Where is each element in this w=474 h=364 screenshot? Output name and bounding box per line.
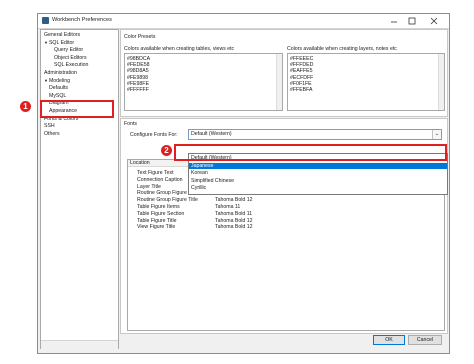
- layers-colors-scrollbar[interactable]: [438, 54, 444, 110]
- font-value-cell[interactable]: Tahoma Bold 12: [215, 224, 253, 230]
- tree-item[interactable]: ▼SQL Editor: [44, 40, 74, 46]
- tree-item[interactable]: ▼Modeling: [44, 78, 70, 84]
- dropdown-option[interactable]: Korean: [189, 170, 447, 176]
- layers-colors-list[interactable]: #FFEEEC #FFFDED #EAFFE5 #ECFDFF #F0F1FE #FFEB…: [287, 53, 445, 111]
- color-presets-panel: Color Presets Colors available when crea…: [120, 29, 448, 117]
- appearance-highlight-box: [40, 100, 114, 118]
- table-color-item[interactable]: #FFFFFF: [127, 87, 149, 93]
- table-color-item[interactable]: #98BDCA: [127, 56, 150, 62]
- font-location-cell[interactable]: Connection Caption: [137, 177, 183, 183]
- step-marker-2: 2: [161, 145, 172, 156]
- tree-item[interactable]: Administration: [44, 70, 77, 76]
- dropdown-option[interactable]: Simplified Chinese: [189, 178, 447, 184]
- font-location-cell[interactable]: Table Figure Title: [137, 218, 177, 224]
- tree-item-label: Query Editor: [54, 47, 84, 54]
- japanese-highlight-box: [174, 144, 447, 161]
- table-color-item[interactable]: #FEDE58: [127, 62, 150, 68]
- ok-button[interactable]: OK: [373, 335, 405, 345]
- tree-item-label: Modeling: [48, 77, 71, 84]
- tree-item-label: Defaults: [49, 85, 69, 92]
- table-color-item[interactable]: #FE9898: [127, 75, 148, 81]
- tree-item[interactable]: MySQL: [49, 93, 66, 99]
- tables-colors-scrollbar[interactable]: [276, 54, 282, 110]
- font-location-cell[interactable]: Text Figure Text: [137, 170, 174, 176]
- configure-fonts-select[interactable]: Default (Western) ⌄: [188, 129, 442, 140]
- tree-item[interactable]: SSH: [44, 123, 55, 129]
- tables-colors-label: Colors available when creating tables, v…: [124, 46, 235, 52]
- close-icon[interactable]: [424, 16, 444, 26]
- tree-item-label: SQL Execution: [54, 62, 89, 69]
- dropdown-option[interactable]: Cyrillic: [189, 185, 447, 191]
- expand-arrow-icon[interactable]: ▼: [44, 78, 48, 83]
- step-marker-1: 1: [20, 101, 31, 112]
- fonts-heading: Fonts: [124, 121, 137, 127]
- font-location-cell[interactable]: View Figure Title: [137, 224, 175, 230]
- dropdown-option[interactable]: Japanese: [189, 162, 447, 169]
- tables-colors-list[interactable]: #98BDCA #FEDE58 #98D8A5 #FE9898 #FE98FE #FFFF…: [124, 53, 283, 111]
- font-value-cell[interactable]: Tahoma 11: [215, 204, 240, 210]
- preferences-window: Workbench Preferences General Editors ▼SQ…: [37, 13, 450, 354]
- font-location-cell[interactable]: Table Figure Section: [137, 211, 184, 217]
- layer-color-item[interactable]: #FFEBFA: [290, 87, 313, 93]
- tree-item[interactable]: Object Editors: [54, 55, 87, 61]
- layer-color-item[interactable]: #FFFDED: [290, 62, 313, 68]
- chevron-down-icon[interactable]: ⌄: [432, 130, 441, 139]
- configure-fonts-value: Default (Western): [191, 131, 232, 137]
- maximize-icon[interactable]: [404, 16, 420, 26]
- font-value-cell[interactable]: Tahoma Bold 12: [215, 197, 253, 203]
- tree-item[interactable]: General Editors: [44, 32, 80, 38]
- font-value-cell[interactable]: Tahoma Bold 12: [215, 218, 253, 224]
- cancel-button[interactable]: Cancel: [408, 335, 442, 345]
- tree-item-label: Administration: [44, 70, 77, 76]
- app-icon: [42, 17, 49, 24]
- window-title: Workbench Preferences: [52, 17, 112, 23]
- layer-color-item[interactable]: #ECFDFF: [290, 75, 313, 81]
- tree-item[interactable]: Defaults: [49, 85, 68, 91]
- layers-colors-label: Colors available when creating layers, n…: [287, 46, 397, 52]
- layer-color-item[interactable]: #EAFFE5: [290, 68, 313, 74]
- tree-item-label: Object Editors: [54, 54, 87, 61]
- color-presets-heading: Color Presets: [124, 34, 156, 40]
- table-color-item[interactable]: #FE98FE: [127, 81, 149, 87]
- tree-item[interactable]: SQL Execution: [54, 62, 88, 68]
- tree-item-label: SQL Editor: [48, 39, 75, 46]
- layer-color-item[interactable]: #F0F1FE: [290, 81, 312, 87]
- tree-item[interactable]: Others: [44, 131, 60, 137]
- minimize-icon[interactable]: [386, 16, 402, 26]
- configure-fonts-label: Configure Fonts For:: [130, 132, 178, 138]
- tree-item[interactable]: Query Editor: [54, 47, 83, 53]
- title-bar[interactable]: Workbench Preferences: [38, 14, 449, 29]
- tree-item-label: Others: [44, 130, 60, 137]
- font-value-cell[interactable]: Tahoma Bold 11: [215, 211, 252, 217]
- layer-color-item[interactable]: #FFEEEC: [290, 56, 313, 62]
- font-location-cell[interactable]: Layer Title: [137, 184, 161, 190]
- location-column-header: Location: [130, 160, 150, 166]
- tree-item-label: SSH: [44, 123, 55, 130]
- preferences-tree[interactable]: General Editors ▼SQL Editor Query Editor Ob…: [40, 29, 119, 349]
- tree-item-label: MySQL: [49, 92, 67, 99]
- tree-horizontal-scrollbar[interactable]: [41, 340, 118, 349]
- table-color-item[interactable]: #98D8A5: [127, 68, 149, 74]
- font-location-cell[interactable]: Table Figure Items: [137, 204, 180, 210]
- expand-arrow-icon[interactable]: ▼: [44, 40, 48, 45]
- font-location-cell[interactable]: Routine Group Figure Title: [137, 197, 198, 203]
- tree-item-label: General Editors: [44, 32, 81, 38]
